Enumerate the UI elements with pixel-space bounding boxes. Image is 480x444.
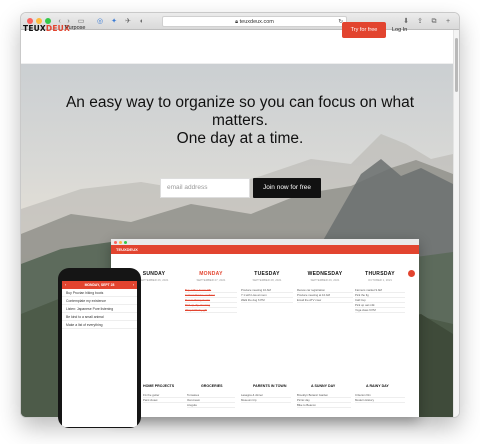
list-header-parents-in-town: PARENTS IN TOWN	[253, 384, 287, 388]
app-preview-logo: TEUXDEUX	[116, 247, 138, 252]
list-header-a-sunny-day: A SUNNY DAY	[311, 384, 336, 388]
shield-icon[interactable]: ◐	[137, 16, 147, 27]
hero-headline: An easy way to organize so you can focus…	[65, 94, 415, 147]
list-item[interactable]: Modern History	[355, 398, 405, 403]
task-item[interactable]: Walk the dog 6 PM	[241, 298, 293, 303]
extension-icon[interactable]: ◎	[95, 16, 105, 27]
phone-preview: ‹ MONDAY, SEPT 28 › Buy Pruvian hiking b…	[58, 268, 141, 428]
phone-header: ‹ MONDAY, SEPT 28 ›	[62, 281, 137, 289]
task-item[interactable]: Email the ATV crew	[297, 298, 353, 303]
new-tab-icon[interactable]: +	[443, 16, 453, 27]
tabs-icon[interactable]: ⧉	[429, 16, 439, 27]
email-input[interactable]: email address	[160, 178, 250, 198]
join-now-button[interactable]: Join now for free	[253, 178, 321, 198]
scrollbar-thumb[interactable]	[455, 38, 458, 92]
phone-task[interactable]: Make a list of everything	[62, 321, 137, 329]
day-column-tuesday: TUESDAY SEPTEMBER 28, 2021 Produce meeti…	[241, 271, 293, 303]
phone-back-icon[interactable]: ‹	[65, 281, 66, 289]
day-column-monday: MONDAY SEPTEMBER 27, 2021 Buy coffee bea…	[185, 271, 237, 313]
phone-task[interactable]: Contemplate my existence	[62, 297, 137, 305]
list-item[interactable]: Paint closet	[143, 398, 191, 403]
site-header	[21, 30, 453, 64]
list-item[interactable]: Museum trip	[241, 398, 291, 403]
list-a-rainy-day: Criterion film Modern History	[355, 393, 405, 403]
task-item[interactable]: Yoga class 6 PM	[355, 308, 405, 313]
bookmark-icon[interactable]: ✦	[109, 16, 119, 27]
login-link[interactable]: Log In	[392, 27, 407, 33]
day-column-thursday: THURSDAY OCTOBER 1, 2021 Farmers market …	[355, 271, 405, 313]
app-preview-window: TEUXDEUX SUNDAY SEPTEMBER 26, 2021 MONDA…	[111, 239, 419, 417]
phone-task[interactable]: Listen: Japanese Pure listening	[62, 305, 137, 313]
list-item[interactable]: Bike to Beacon	[297, 403, 351, 408]
address-bar[interactable]: 🔒︎ teuxdeux.com ↻	[162, 16, 347, 27]
app-zoom-dot	[124, 240, 127, 244]
list-home-projects: Fix the gutter Paint closet	[143, 393, 191, 403]
list-header-home-projects: HOME PROJECTS	[143, 384, 175, 388]
share-icon[interactable]: ⇪	[415, 16, 425, 27]
page-scrollbar[interactable]	[453, 30, 459, 417]
nav-purpose-link[interactable]: Purpose	[65, 25, 86, 31]
app-minimize-dot	[119, 240, 122, 244]
task-item[interactable]: Wrap birthday gift	[185, 308, 237, 313]
list-header-a-rainy-day: A RAINY DAY	[366, 384, 389, 388]
phone-task[interactable]: Be kind to a small animal	[62, 313, 137, 321]
phone-task[interactable]: Buy Pruvian hiking boots	[62, 289, 137, 297]
list-parents-in-town: Lasagna & dinner Museum trip	[241, 393, 291, 403]
list-item[interactable]: Arugula	[187, 403, 235, 408]
app-close-dot	[114, 240, 117, 244]
reader-icon[interactable]: ✈	[123, 16, 133, 27]
list-header-groceries: GROCERIES	[201, 384, 223, 388]
phone-screen: ‹ MONDAY, SEPT 28 › Buy Pruvian hiking b…	[62, 281, 137, 427]
list-a-sunny-day: Brooklyn Botanic Garden Picnic day Bike …	[297, 393, 351, 408]
app-preview-header: TEUXDEUX	[111, 245, 419, 254]
list-groceries: Tomatoes Oat cream Arugula	[187, 393, 235, 408]
try-for-free-button[interactable]: Try for free	[342, 22, 386, 38]
teuxdeux-logo[interactable]: TEUXDEUX	[23, 24, 70, 33]
day-column-wednesday: WEDNESDAY SEPTEMBER 29, 2021 Renew car r…	[297, 271, 353, 303]
next-day-arrow-icon[interactable]	[408, 270, 415, 277]
download-icon[interactable]: ⬇	[401, 16, 411, 27]
phone-forward-icon[interactable]: ›	[133, 281, 134, 289]
